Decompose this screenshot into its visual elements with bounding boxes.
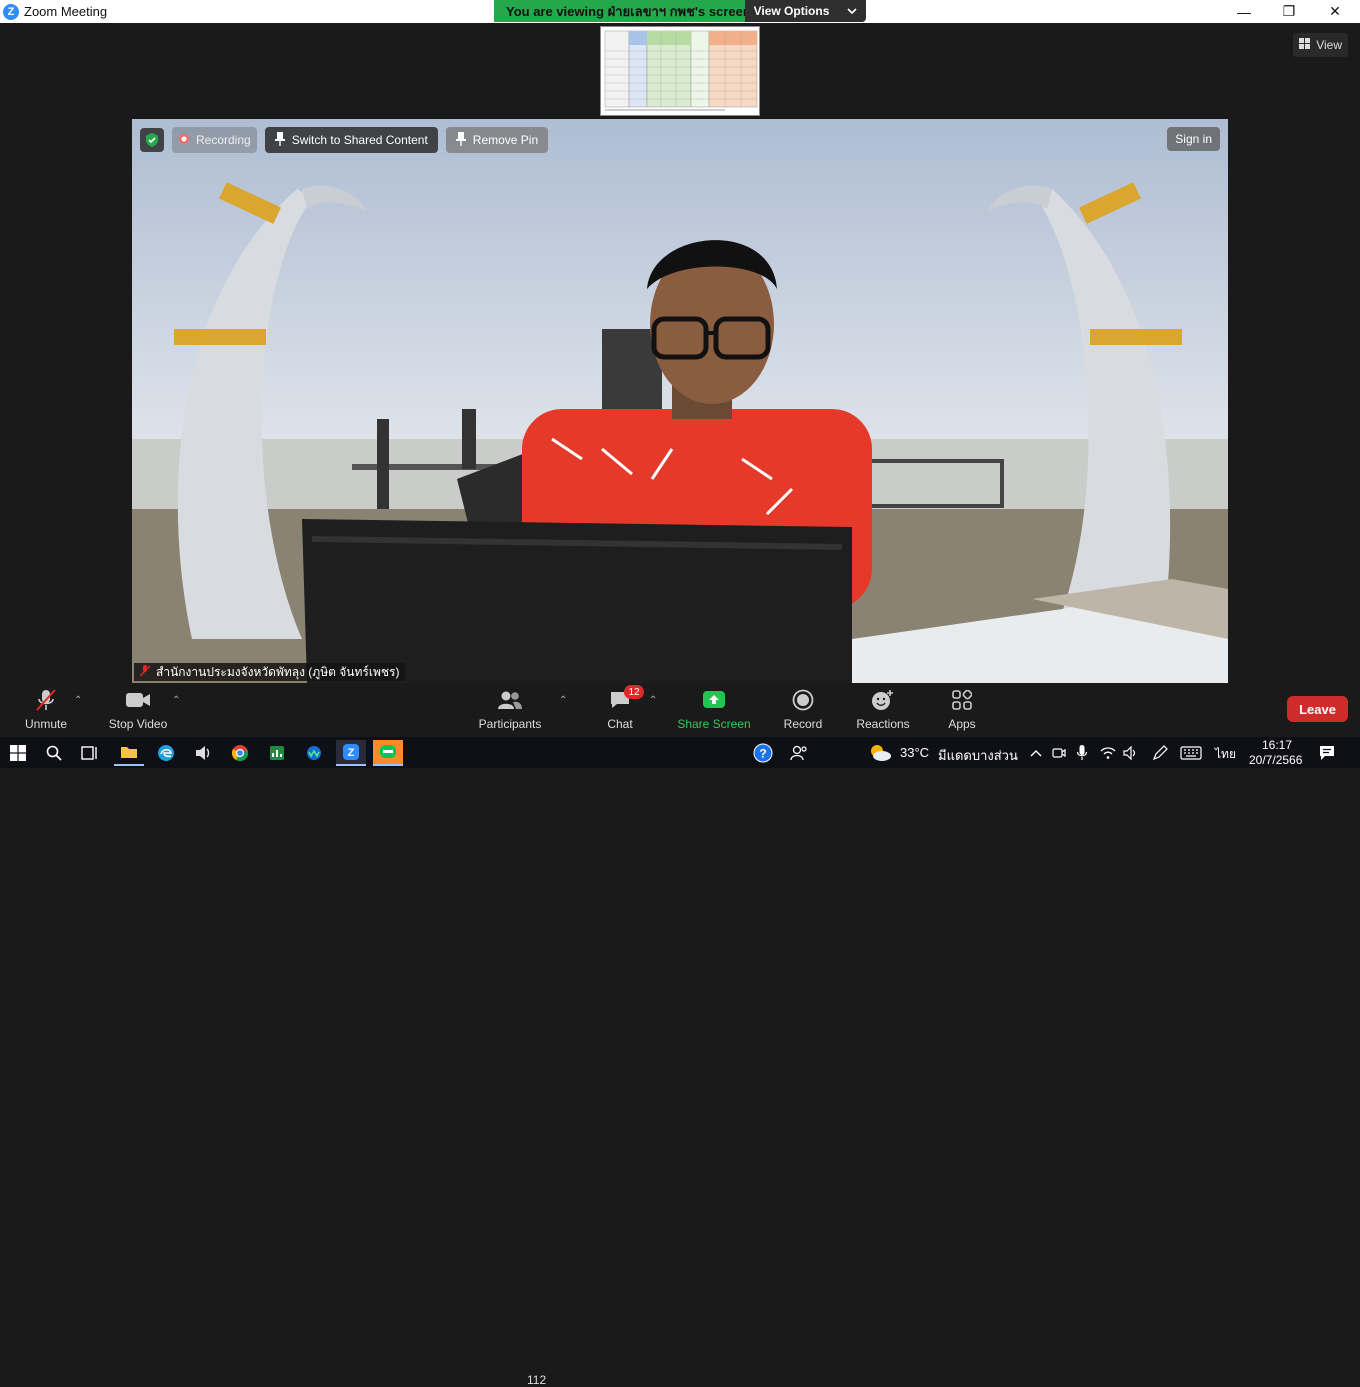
apps-button[interactable]: Apps — [945, 687, 979, 735]
clock-time[interactable]: 16:17 — [1262, 738, 1292, 752]
record-button[interactable]: Record — [782, 687, 824, 735]
participants-button[interactable]: Participants — [478, 687, 542, 735]
record-icon — [792, 687, 814, 713]
pen-icon[interactable] — [1145, 740, 1175, 766]
chat-unread-badge: 12 — [624, 685, 644, 699]
video-feed-image — [132, 119, 1228, 683]
edge-browser-icon[interactable] — [151, 740, 181, 766]
window-title: Zoom Meeting — [24, 4, 108, 19]
remove-pin-label: Remove Pin — [472, 133, 539, 147]
windows-start-icon[interactable] — [3, 740, 33, 766]
meeting-toolbar: Unmute ⌃ Stop Video ⌃ Participants 112 ⌃… — [0, 683, 1360, 1387]
webex-icon[interactable] — [299, 740, 329, 766]
weather-description[interactable]: มีแดดบางส่วน — [938, 745, 1018, 766]
participants-label: Participants — [478, 717, 542, 731]
chat-label: Chat — [607, 717, 633, 731]
stop-video-button[interactable]: Stop Video — [107, 687, 169, 735]
leave-button[interactable]: Leave — [1287, 696, 1348, 722]
participants-icon — [497, 687, 523, 713]
video-options-caret-icon[interactable]: ⌃ — [172, 695, 180, 706]
chrome-icon[interactable] — [225, 740, 255, 766]
help-icon[interactable]: ? — [748, 740, 778, 766]
muted-mic-icon — [139, 664, 151, 680]
participants-count: 112 — [527, 1373, 547, 1387]
view-options-button[interactable]: View Options — [745, 0, 866, 22]
keyboard-icon[interactable] — [1176, 740, 1206, 766]
windows-taskbar: Z ? 33°C มีแดดบางส่วน ไทย 16:17 20/7/256… — [0, 737, 1360, 768]
shared-screen-thumbnail[interactable] — [600, 26, 760, 116]
remove-pin-button[interactable]: Remove Pin — [445, 127, 549, 153]
weather-temperature[interactable]: 33°C — [900, 745, 929, 760]
weather-icon[interactable] — [865, 740, 895, 766]
stop-video-label: Stop Video — [108, 717, 168, 731]
apps-icon — [952, 687, 972, 713]
clock-date[interactable]: 20/7/2566 — [1249, 753, 1302, 767]
audio-app-icon[interactable] — [188, 740, 218, 766]
audio-options-caret-icon[interactable]: ⌃ — [74, 695, 82, 706]
close-button[interactable]: ✕ — [1312, 0, 1358, 23]
svg-text:Z: Z — [348, 747, 355, 759]
switch-to-shared-content-button[interactable]: Switch to Shared Content — [264, 127, 438, 153]
reactions-label: Reactions — [856, 717, 910, 731]
video-camera-icon — [125, 687, 151, 713]
video-overlay-controls: Recording Switch to Shared Content Remov… — [140, 127, 549, 153]
share-screen-button[interactable]: Share Screen — [677, 687, 751, 735]
security-shield-icon[interactable] — [140, 128, 164, 152]
svg-text:?: ? — [759, 747, 766, 761]
viewing-status-text: You are viewing ฝ่ายเลขาฯ กพช's screen — [494, 0, 751, 22]
spreadsheet-app-icon[interactable] — [262, 740, 292, 766]
pin-icon — [274, 131, 285, 149]
chevron-down-icon — [847, 4, 857, 18]
restore-button[interactable]: ❐ — [1266, 0, 1312, 23]
view-label: View — [1316, 38, 1342, 52]
reactions-button[interactable]: Reactions — [856, 687, 910, 735]
notifications-icon[interactable] — [1312, 740, 1342, 766]
unmute-label: Unmute — [24, 717, 68, 731]
view-layout-button[interactable]: View — [1293, 33, 1348, 57]
share-screen-label: Share Screen — [677, 717, 751, 731]
file-explorer-icon[interactable] — [114, 740, 144, 766]
sign-in-button[interactable]: Sign in — [1167, 127, 1220, 151]
people-icon[interactable] — [784, 740, 814, 766]
search-icon[interactable] — [39, 740, 69, 766]
line-chat-icon[interactable] — [373, 740, 403, 766]
recording-label: Recording — [196, 133, 251, 147]
participant-name-tag: สำนักงานประมงจังหวัดพัทลุง (ภูษิต จันทร์… — [134, 663, 406, 681]
recording-indicator[interactable]: Recording — [172, 127, 257, 153]
recording-dot-icon — [178, 133, 190, 148]
unmute-button[interactable]: Unmute — [22, 687, 70, 735]
participant-name: สำนักงานประมงจังหวัดพัทลุง (ภูษิต จันทร์… — [156, 664, 400, 679]
chat-options-caret-icon[interactable]: ⌃ — [649, 695, 657, 706]
participants-options-caret-icon[interactable]: ⌃ — [559, 695, 567, 706]
minimize-button[interactable]: — — [1221, 0, 1267, 23]
pin-icon — [455, 131, 466, 149]
pinned-participant-video[interactable]: Recording Switch to Shared Content Remov… — [132, 119, 1228, 683]
zoom-logo-icon: Z — [3, 3, 19, 20]
task-view-icon[interactable] — [75, 740, 105, 766]
meeting-stage: View Recording Switch to Shared Content … — [0, 23, 1360, 683]
share-screen-icon — [702, 687, 726, 713]
grid-icon — [1299, 38, 1311, 52]
apps-label: Apps — [948, 717, 976, 731]
muted-microphone-icon — [35, 687, 57, 713]
viewing-banner: You are viewing ฝ่ายเลขาฯ กพช's screen V… — [494, 0, 866, 22]
input-language[interactable]: ไทย — [1215, 745, 1236, 764]
smiley-plus-icon — [871, 687, 895, 713]
switch-label: Switch to Shared Content — [291, 133, 428, 147]
zoom-taskbar-icon[interactable]: Z — [336, 740, 366, 766]
speaker-icon[interactable] — [1116, 740, 1146, 766]
record-label: Record — [783, 717, 823, 731]
view-options-label: View Options — [753, 4, 830, 18]
